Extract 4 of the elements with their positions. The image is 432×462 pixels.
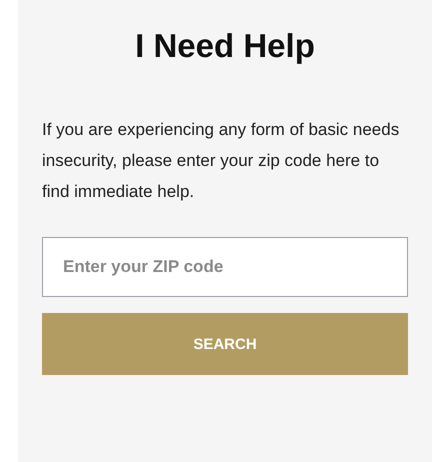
description-text: If you are experiencing any form of basic needs insecurity, please enter your zip code here to find immediate help. [42, 119, 400, 203]
search-button[interactable]: SEARCH [42, 313, 408, 375]
zip-code-field[interactable]: Enter your ZIP code [42, 237, 408, 297]
page-title: I Need Help [134, 26, 316, 66]
